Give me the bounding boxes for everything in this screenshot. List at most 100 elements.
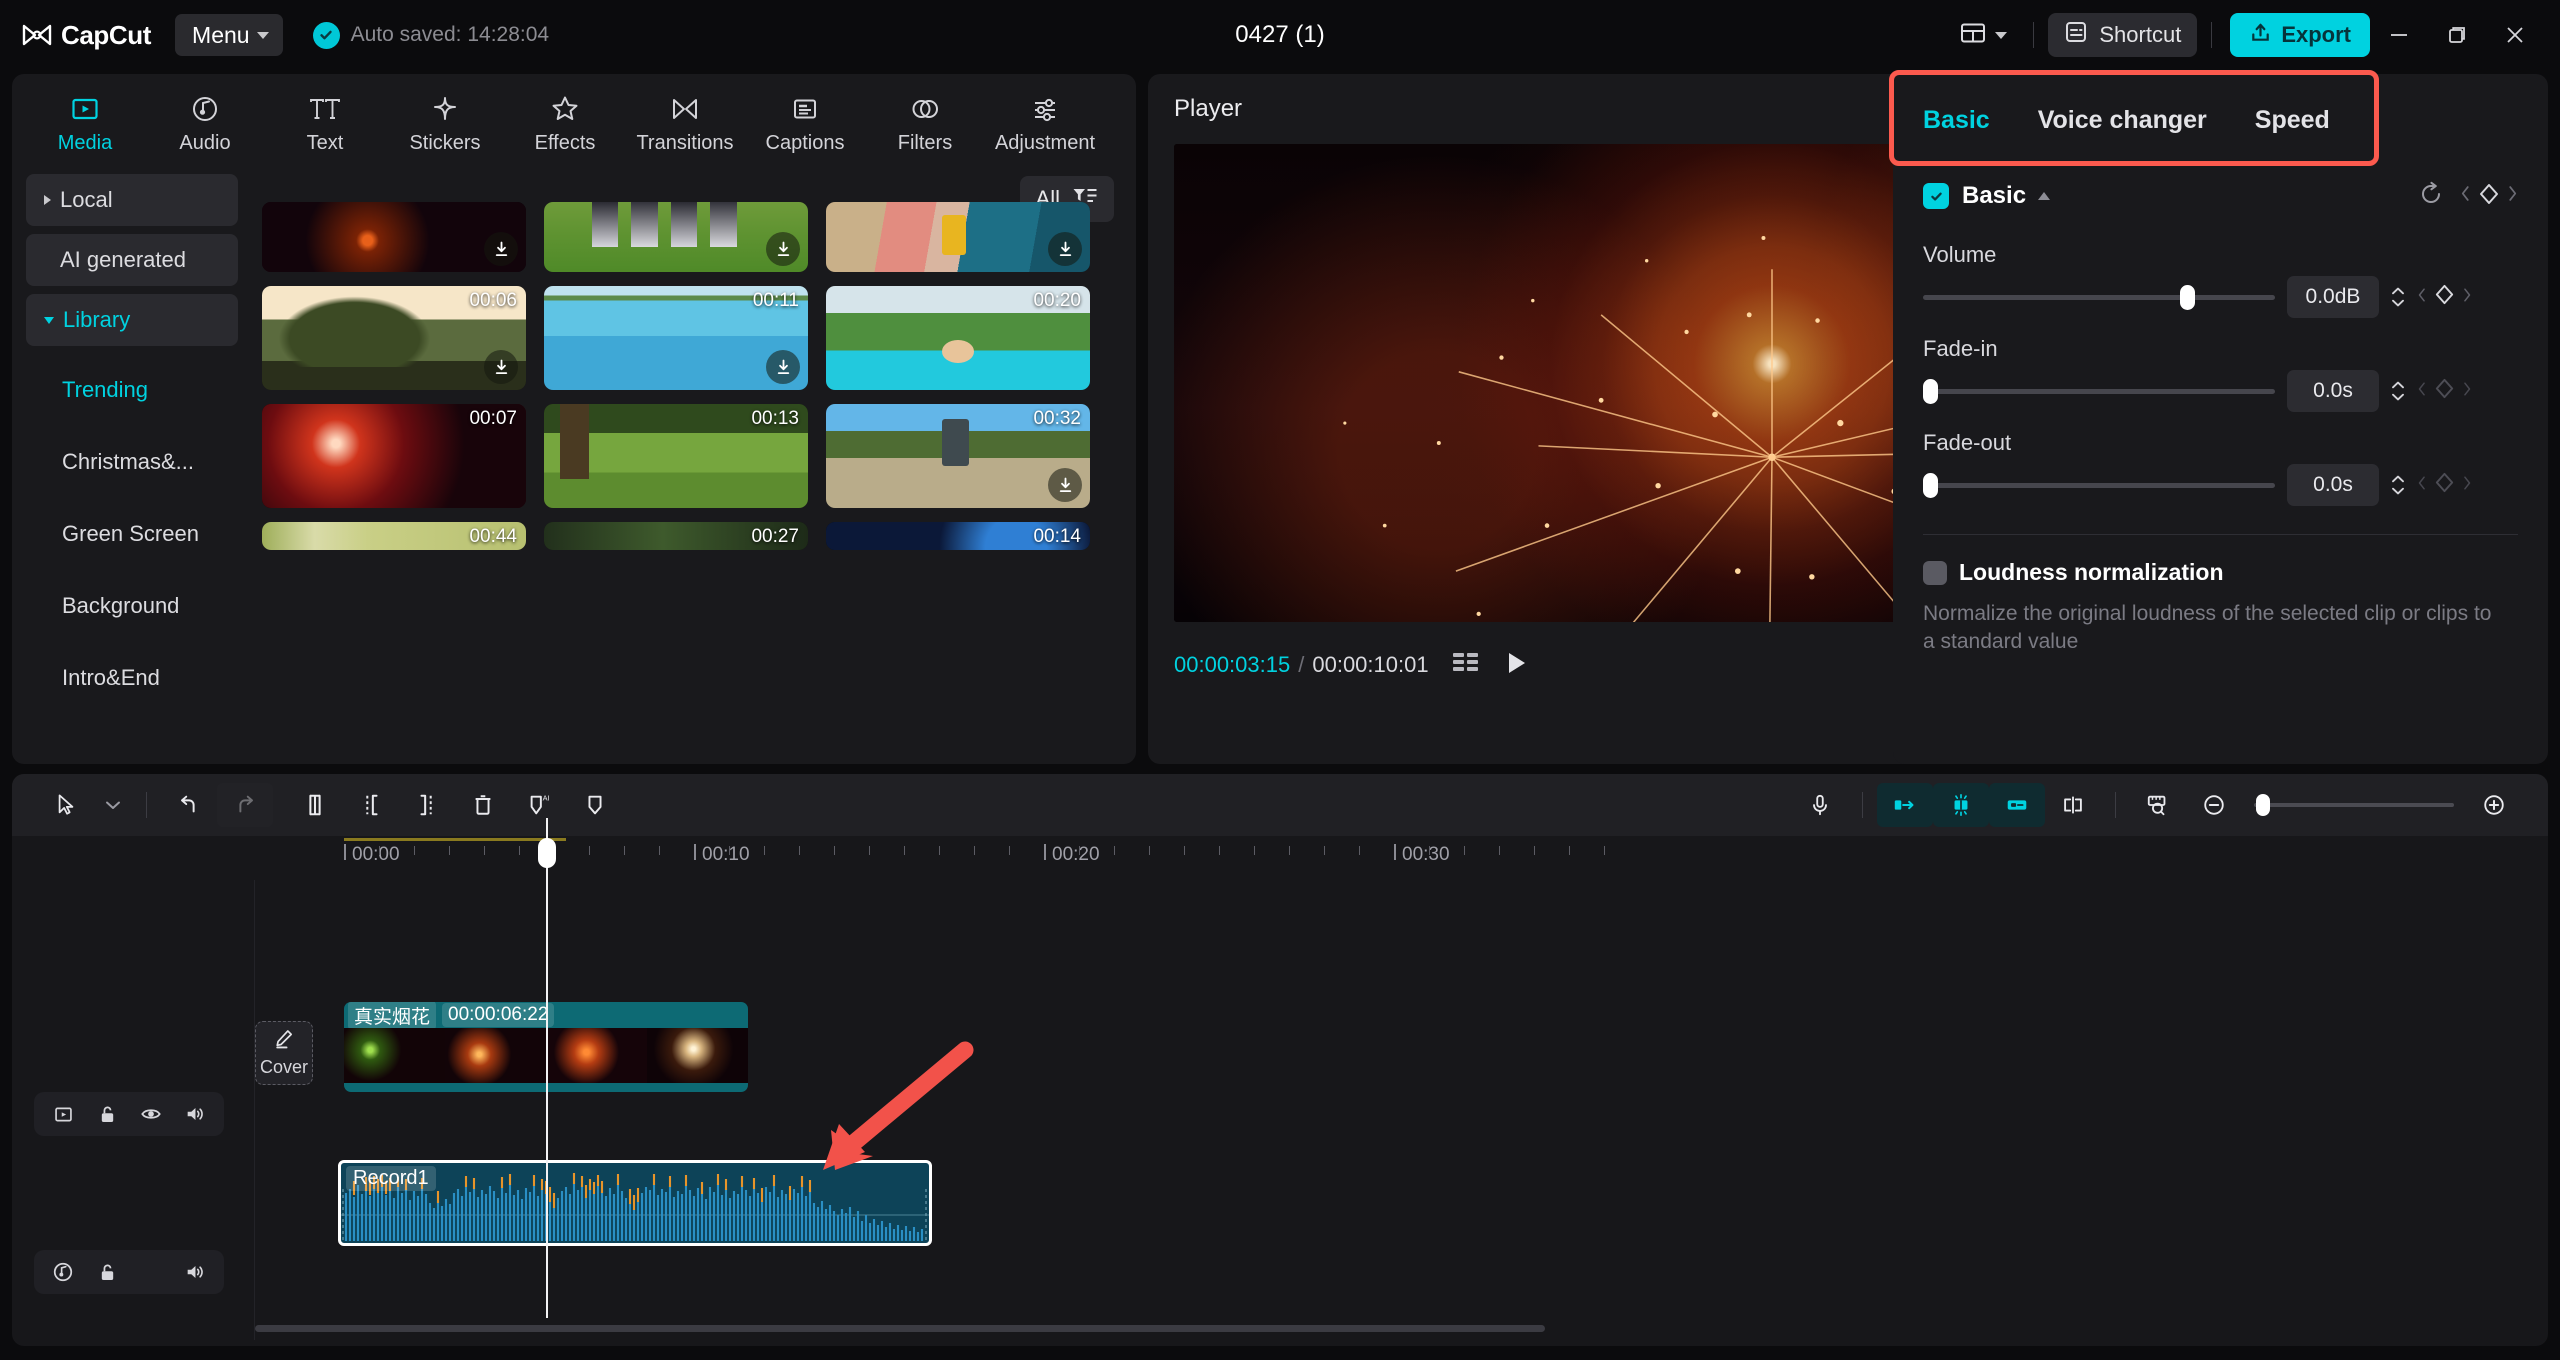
fade-in-stepper[interactable] [2391, 381, 2405, 401]
volume-slider[interactable] [1923, 295, 2275, 300]
media-item[interactable]: 00:32 [826, 404, 1090, 508]
keyframe-next-icon[interactable] [2507, 185, 2518, 207]
media-item[interactable] [544, 202, 808, 272]
tab-adjustment[interactable]: Adjustment [988, 88, 1102, 155]
download-icon[interactable] [766, 232, 800, 266]
download-icon[interactable] [484, 232, 518, 266]
auto-cut-button[interactable] [1877, 783, 1933, 827]
fade-out-stepper[interactable] [2391, 475, 2405, 495]
undo-button[interactable] [161, 783, 217, 827]
unlock-icon[interactable] [90, 1097, 124, 1131]
media-item[interactable]: 00:27 [544, 522, 808, 550]
shortcut-button[interactable]: Shortcut [2048, 13, 2197, 57]
zoom-slider[interactable] [2254, 803, 2454, 807]
sidebar-item-green-screen[interactable]: Green Screen [26, 498, 238, 570]
speaker-icon[interactable] [178, 1097, 212, 1131]
smart-edit-button[interactable] [1933, 783, 1989, 827]
frame-icon[interactable] [46, 1097, 80, 1131]
zoom-in-button[interactable] [2466, 783, 2522, 827]
keyframe-diamond-icon[interactable] [2433, 283, 2456, 311]
keyframe-next-icon[interactable] [2462, 381, 2472, 402]
sidebar-item-local[interactable]: Local [26, 174, 238, 226]
maximize-button[interactable] [2428, 13, 2486, 57]
trim-start-button[interactable] [343, 783, 399, 827]
volume-value-input[interactable]: 0.0dB [2287, 276, 2379, 318]
link-clip-button[interactable] [1989, 783, 2045, 827]
close-button[interactable] [2486, 13, 2544, 57]
measure-button[interactable] [2130, 783, 2186, 827]
unlock-icon[interactable] [90, 1255, 124, 1289]
record-voiceover-button[interactable] [1792, 783, 1848, 827]
fade-out-value-input[interactable]: 0.0s [2287, 464, 2379, 506]
keyframe-prev-icon[interactable] [2417, 475, 2427, 496]
sidebar-item-trending[interactable]: Trending [26, 354, 238, 426]
sidebar-item-intro-end[interactable]: Intro&End [26, 642, 238, 714]
media-item[interactable]: 00:20 [826, 286, 1090, 390]
fade-in-value-input[interactable]: 0.0s [2287, 370, 2379, 412]
download-icon[interactable] [766, 350, 800, 384]
speaker-icon[interactable] [178, 1255, 212, 1289]
reset-icon[interactable] [2418, 181, 2444, 212]
tab-filters[interactable]: Filters [868, 88, 982, 155]
keyframe-next-icon[interactable] [2462, 475, 2472, 496]
layout-switch-button[interactable] [1948, 15, 2019, 56]
minimize-button[interactable] [2370, 13, 2428, 57]
tool-dropdown-button[interactable] [94, 783, 132, 827]
tab-transitions[interactable]: Transitions [628, 88, 742, 155]
media-item[interactable] [826, 202, 1090, 272]
media-item[interactable]: 00:11 [544, 286, 808, 390]
timeline-horizontal-scrollbar[interactable] [255, 1325, 1545, 1332]
tab-basic[interactable]: Basic [1923, 106, 1990, 135]
audio-disc-icon[interactable] [46, 1255, 80, 1289]
cover-button[interactable]: Cover [255, 1021, 313, 1085]
export-button[interactable]: Export [2230, 13, 2370, 57]
tab-voice-changer[interactable]: Voice changer [2038, 106, 2207, 135]
tab-text[interactable]: Text [268, 88, 382, 155]
keyframe-diamond-icon[interactable] [2433, 377, 2456, 405]
zoom-out-button[interactable] [2186, 783, 2242, 827]
select-tool-button[interactable] [38, 783, 94, 827]
download-icon[interactable] [484, 350, 518, 384]
playhead-handle[interactable] [538, 838, 556, 868]
player-current-time[interactable]: 00:00:03:15 [1174, 652, 1290, 678]
loudness-checkbox[interactable] [1923, 561, 1947, 585]
keyframe-next-icon[interactable] [2462, 287, 2472, 308]
download-icon[interactable] [1048, 468, 1082, 502]
sidebar-item-ai-generated[interactable]: AI generated [26, 234, 238, 286]
timeline-ruler[interactable]: 00:00 00:10 00:20 00:30 [12, 836, 2548, 880]
grid-frames-icon[interactable] [1451, 650, 1481, 681]
basic-checkbox[interactable] [1923, 183, 1949, 209]
keyframe-diamond-icon[interactable] [2433, 471, 2456, 499]
volume-stepper[interactable] [2391, 287, 2405, 307]
keyframe-prev-icon[interactable] [2417, 381, 2427, 402]
download-icon[interactable] [1048, 232, 1082, 266]
tab-media[interactable]: Media [28, 88, 142, 155]
chevron-up-icon[interactable] [2038, 192, 2050, 200]
media-item[interactable]: 00:13 [544, 404, 808, 508]
ai-mask-button[interactable]: AI [511, 783, 567, 827]
fade-in-slider[interactable] [1923, 389, 2275, 394]
trim-end-button[interactable] [399, 783, 455, 827]
keyframe-diamond-icon[interactable] [2477, 182, 2501, 211]
audio-clip[interactable]: Record1 [338, 1160, 932, 1246]
media-item[interactable]: 00:06 [262, 286, 526, 390]
sidebar-item-background[interactable]: Background [26, 570, 238, 642]
media-item[interactable]: 00:44 [262, 522, 526, 550]
tab-speed[interactable]: Speed [2255, 106, 2330, 135]
keyframe-prev-icon[interactable] [2460, 185, 2471, 207]
sidebar-item-library[interactable]: Library [26, 294, 238, 346]
play-icon[interactable] [1503, 650, 1529, 681]
mask-button[interactable] [567, 783, 623, 827]
eye-icon[interactable] [134, 1097, 168, 1131]
sidebar-item-christmas[interactable]: Christmas&... [26, 426, 238, 498]
tab-effects[interactable]: Effects [508, 88, 622, 155]
delete-button[interactable] [455, 783, 511, 827]
tab-captions[interactable]: Captions [748, 88, 862, 155]
media-item[interactable]: 00:14 [826, 522, 1090, 550]
redo-button[interactable] [217, 783, 273, 827]
fade-out-slider[interactable] [1923, 483, 2275, 488]
split-button[interactable] [287, 783, 343, 827]
menu-button[interactable]: Menu [175, 14, 283, 56]
media-item[interactable] [262, 202, 526, 272]
split-gap-button[interactable] [2045, 783, 2101, 827]
